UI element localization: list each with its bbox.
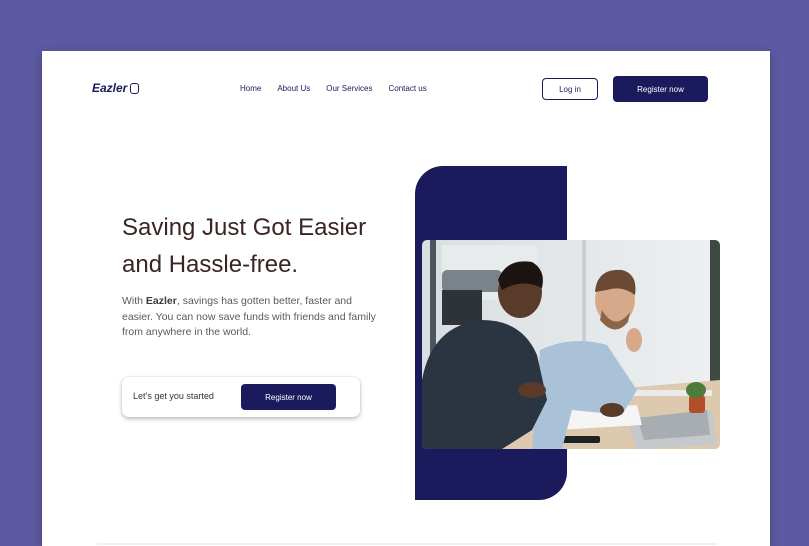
login-button[interactable]: Log in — [542, 78, 598, 100]
brand-logo[interactable]: Eazler — [92, 81, 140, 95]
landing-page: Eazler Home About Us Our Services Contac… — [42, 51, 770, 546]
hero-title-line-2: and Hassle-free. — [122, 251, 299, 278]
register-button[interactable]: Register now — [613, 76, 708, 102]
hero-photo — [422, 240, 720, 449]
logo-icon — [130, 82, 140, 94]
hero-description-brand: Eazler — [145, 295, 177, 307]
cta-text: Let’s get you started — [133, 391, 214, 401]
nav-item-contact-us[interactable]: Contact us — [388, 84, 426, 93]
cta-register-button[interactable]: Register now — [241, 384, 336, 410]
cta-card: Let’s get you started Register now — [122, 377, 360, 417]
hero-title: Saving Just Got Easier and Hassle-free. — [122, 209, 422, 283]
section-divider — [97, 543, 717, 545]
hero-description-prefix: With — [122, 295, 146, 307]
brand-name: Eazler — [92, 81, 128, 95]
nav-item-home[interactable]: Home — [240, 84, 261, 93]
hero-title-line-1: Saving Just Got Easier — [122, 214, 367, 241]
nav-item-about-us[interactable]: About Us — [277, 84, 310, 93]
nav-item-our-services[interactable]: Our Services — [326, 84, 372, 93]
hero-description: With Eazler, savings has gotten better, … — [122, 294, 382, 341]
main-nav: Home About Us Our Services Contact us — [240, 84, 427, 93]
